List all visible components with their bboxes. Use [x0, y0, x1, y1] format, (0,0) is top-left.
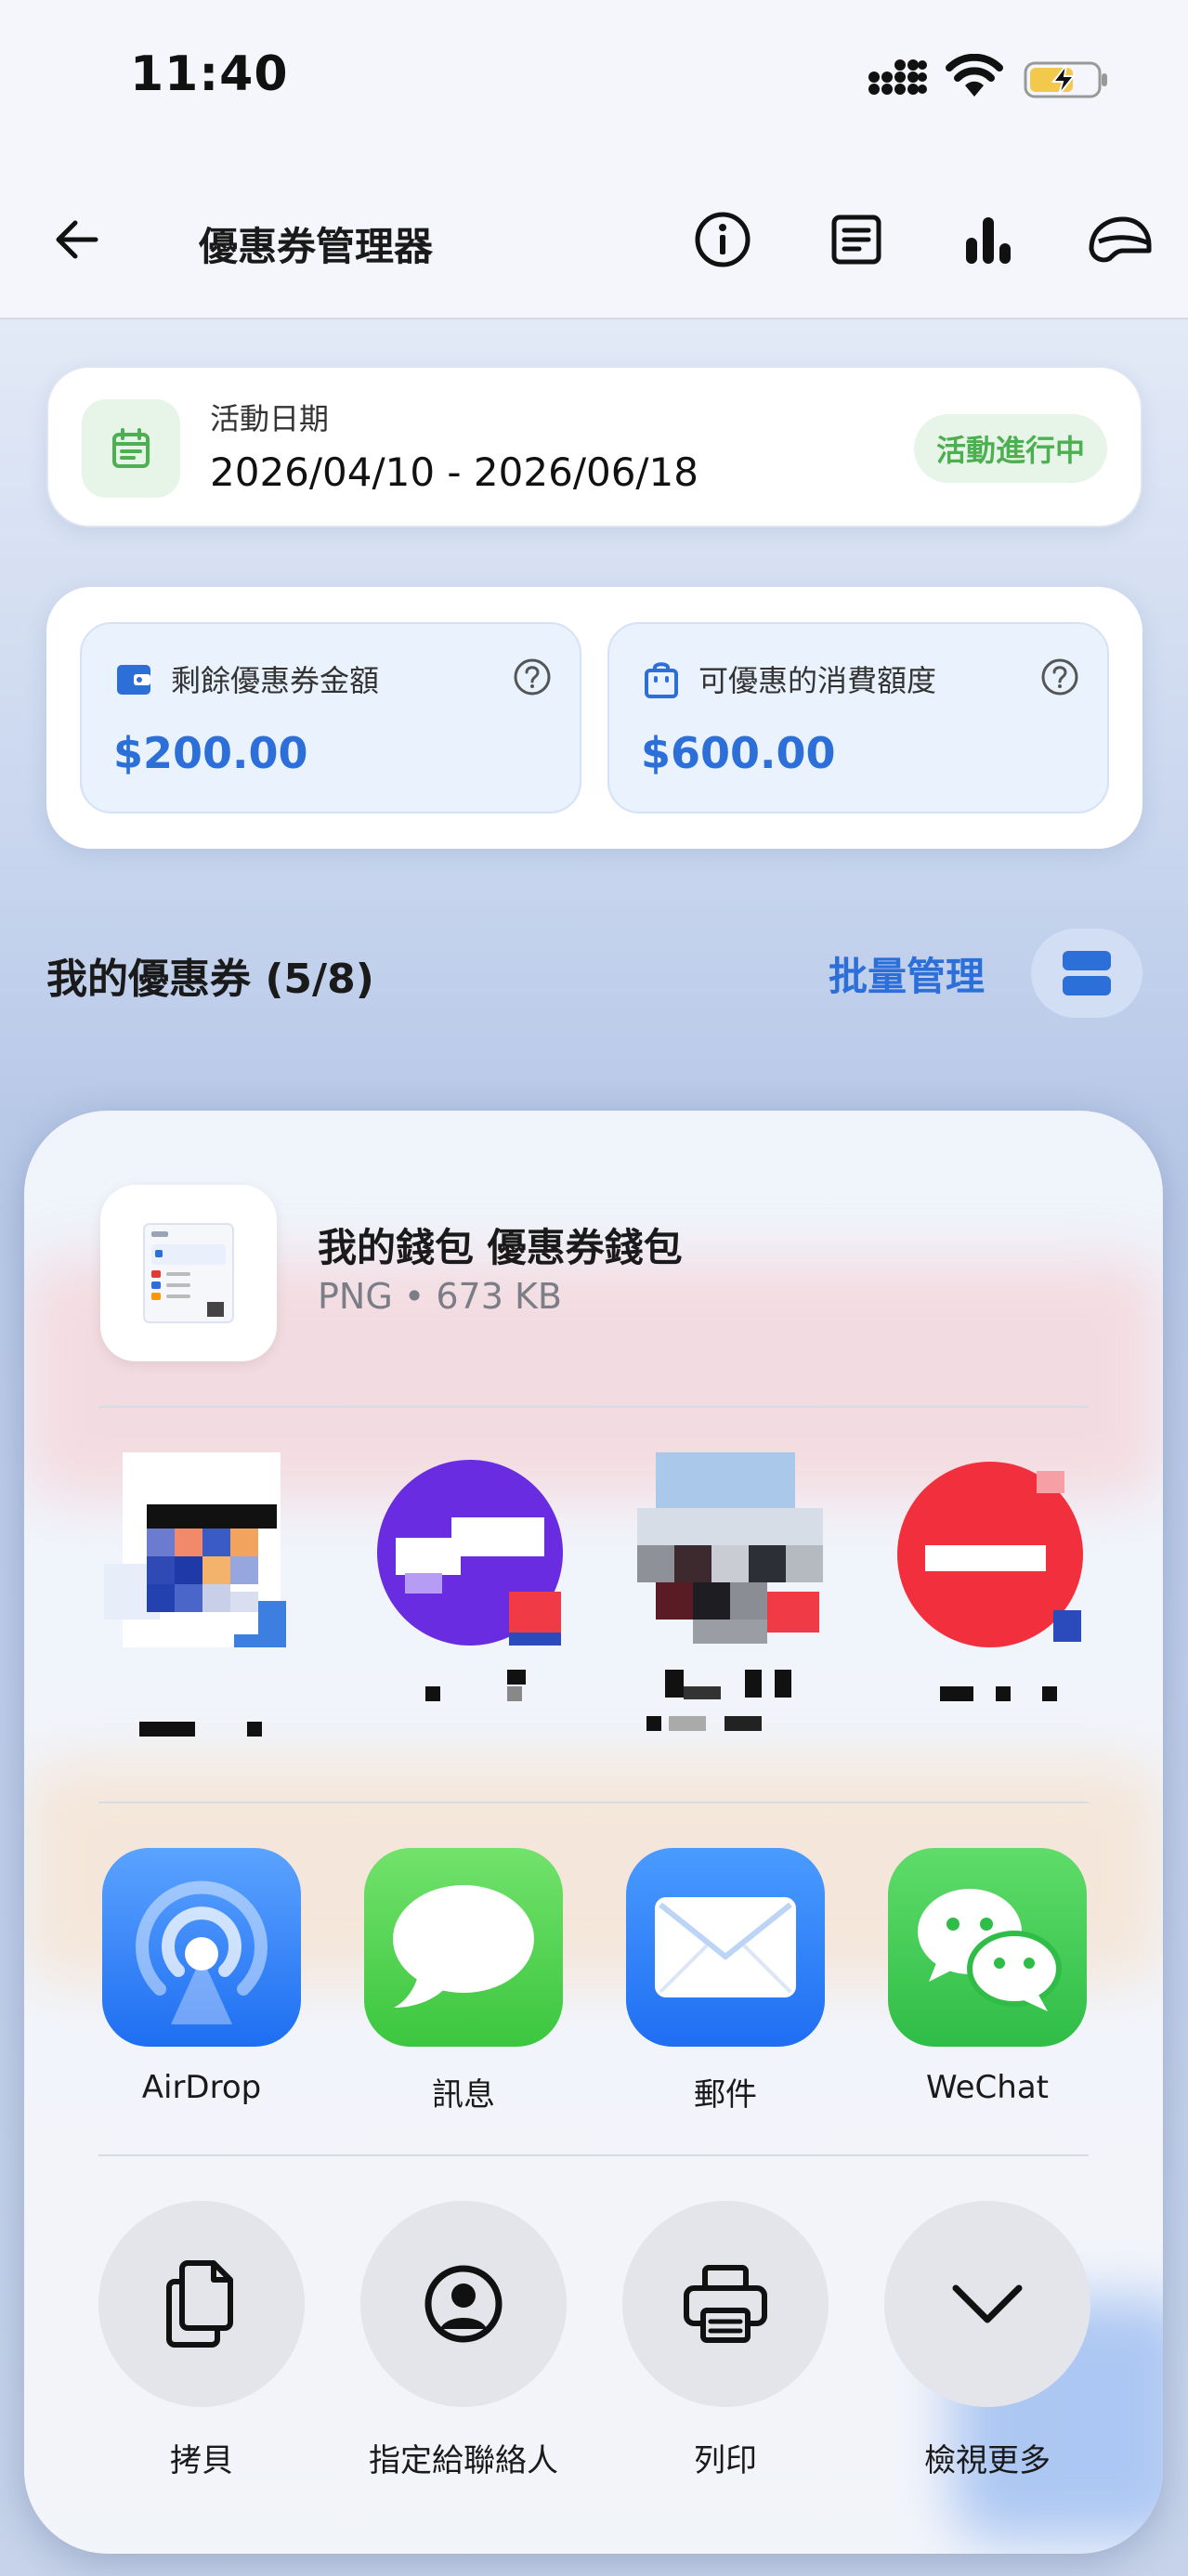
print-action[interactable]: 列印	[622, 2201, 829, 2480]
cap-button[interactable]	[1085, 204, 1155, 275]
page-title: 優惠券管理器	[199, 224, 434, 269]
remaining-amount-box: 剩餘優惠券金額 $200.00	[80, 622, 581, 813]
mail-icon	[655, 1897, 796, 1997]
event-date-label: 活動日期	[210, 401, 330, 436]
view-more-action[interactable]: 檢視更多	[884, 2201, 1090, 2480]
document-button[interactable]	[821, 204, 892, 275]
contact-suggestion[interactable]	[104, 1452, 318, 1737]
redacted-name-icon	[425, 1670, 526, 1701]
share-app-mail[interactable]: 郵件	[626, 1848, 825, 2114]
printer-icon	[684, 2265, 767, 2343]
redacted-name-icon	[940, 1686, 1057, 1701]
contact-suggestion[interactable]	[888, 1452, 1102, 1701]
statistics-button[interactable]	[953, 204, 1024, 275]
help-icon[interactable]	[1040, 657, 1079, 696]
share-sheet: 我的錢包 優惠券錢包 PNG • 673 KB AirDrop 訊息 郵件 We…	[24, 1111, 1163, 2554]
cellular-signal-icon	[868, 59, 927, 95]
remaining-amount-value: $200.00	[113, 728, 308, 778]
app-tile	[626, 1848, 825, 2047]
screen: 11:40 優惠券管理器 活動日期 2026/04/10 - 2026/06/1…	[0, 0, 1188, 2576]
app-label: AirDrop	[141, 2069, 262, 2106]
image-preview-icon	[143, 1223, 234, 1323]
contact-avatar-icon	[637, 1452, 823, 1644]
eligible-amount-label: 可優惠的消費額度	[698, 663, 937, 698]
calendar-icon	[112, 428, 150, 468]
contact-avatar-icon	[897, 1462, 1083, 1647]
status-time: 11:40	[130, 46, 289, 102]
action-label: 拷貝	[170, 2442, 233, 2479]
list-view-icon	[1063, 951, 1111, 995]
app-tile	[364, 1848, 563, 2047]
app-label: WeChat	[926, 2069, 1049, 2106]
divider	[98, 1802, 1089, 1803]
file-meta: PNG • 673 KB	[318, 1276, 562, 1317]
redacted-name-icon	[139, 1722, 262, 1737]
wifi-icon	[946, 54, 1003, 97]
remaining-amount-label: 剩餘優惠券金額	[171, 663, 380, 698]
contact-avatar-icon	[377, 1460, 563, 1646]
action-label: 指定給聯絡人	[369, 2442, 558, 2479]
assign-to-contact-action[interactable]: 指定給聯絡人	[360, 2201, 567, 2480]
airdrop-icon	[136, 1880, 268, 2024]
event-date-card: 活動日期 2026/04/10 - 2026/06/18 活動進行中	[46, 366, 1142, 527]
share-app-airdrop[interactable]: AirDrop	[102, 1848, 301, 2106]
action-label: 列印	[694, 2442, 757, 2479]
contact-icon	[424, 2265, 503, 2343]
status-bar: 11:40	[0, 0, 1188, 158]
contact-avatar-icon	[104, 1452, 286, 1647]
batch-manage-link[interactable]: 批量管理	[829, 945, 985, 1002]
eligible-amount-box: 可優惠的消費額度 $600.00	[607, 622, 1109, 813]
copy-icon	[166, 2260, 233, 2348]
event-date-range: 2026/04/10 - 2026/06/18	[210, 449, 699, 495]
calendar-tile	[82, 399, 180, 498]
divider	[98, 2154, 1089, 2156]
app-tile	[888, 1848, 1087, 2047]
app-label: 郵件	[694, 2076, 757, 2114]
app-bar: 優惠券管理器	[0, 158, 1188, 319]
info-icon	[695, 212, 751, 267]
arrow-left-icon	[56, 220, 98, 259]
document-icon	[831, 215, 881, 265]
contact-suggestion[interactable]	[628, 1452, 842, 1731]
cap-icon	[1089, 216, 1152, 263]
contact-suggestion[interactable]	[368, 1452, 581, 1701]
action-circle	[884, 2201, 1090, 2407]
summary-card: 剩餘優惠券金額 $200.00 可優惠的消費額度 $600.00	[46, 587, 1142, 849]
action-circle	[98, 2201, 305, 2407]
file-thumbnail	[100, 1185, 277, 1361]
share-app-wechat[interactable]: WeChat	[888, 1848, 1087, 2106]
action-circle	[622, 2201, 829, 2407]
file-title: 我的錢包 優惠券錢包	[318, 1225, 683, 1270]
layout-toggle-button[interactable]	[1031, 929, 1142, 1018]
action-label: 檢視更多	[924, 2442, 1051, 2479]
messages-icon	[393, 1885, 534, 2008]
bar-chart-icon	[966, 217, 1011, 264]
back-button[interactable]	[46, 209, 108, 270]
info-button[interactable]	[687, 204, 758, 275]
redacted-name-icon	[646, 1670, 791, 1731]
action-circle	[360, 2201, 567, 2407]
divider	[98, 1406, 1089, 1408]
shopping-bag-icon	[645, 662, 678, 698]
app-label: 訊息	[432, 2076, 495, 2114]
copy-action[interactable]: 拷貝	[98, 2201, 305, 2480]
help-icon[interactable]	[513, 657, 552, 696]
status-badge: 活動進行中	[913, 414, 1107, 483]
eligible-amount-value: $600.00	[641, 728, 836, 778]
chevron-down-icon	[952, 2284, 1023, 2323]
wallet-icon	[117, 665, 150, 695]
coupons-section-title: 我的優惠券 (5/8)	[46, 956, 374, 1003]
share-app-messages[interactable]: 訊息	[364, 1848, 563, 2114]
app-tile	[102, 1848, 301, 2047]
battery-charging-icon	[1024, 61, 1107, 98]
wechat-icon	[918, 1889, 1062, 2011]
